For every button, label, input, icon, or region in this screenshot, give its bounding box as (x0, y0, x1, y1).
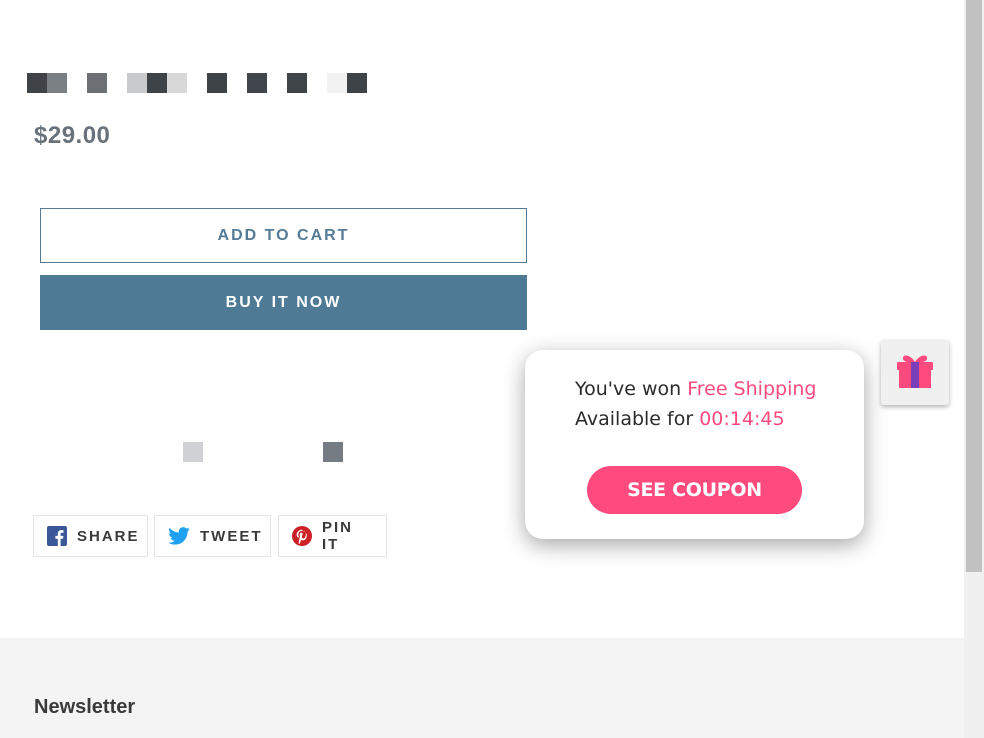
availability-message: Available for 00:14:45 (575, 408, 785, 430)
newsletter-heading: Newsletter (34, 696, 136, 718)
color-swatch[interactable] (247, 73, 267, 93)
available-prefix: Available for (575, 408, 700, 430)
pinterest-icon (292, 526, 312, 546)
color-swatch[interactable] (207, 73, 227, 93)
product-price: $29.00 (34, 122, 111, 149)
color-swatch[interactable] (27, 73, 47, 93)
countdown-timer: 00:14:45 (699, 408, 785, 430)
page-scrollbar[interactable] (964, 0, 984, 738)
buy-it-now-button[interactable]: BUY IT NOW (40, 275, 527, 330)
share-twitter-label: TWEET (200, 527, 263, 545)
won-prefix: You've won (575, 378, 688, 400)
color-swatch[interactable] (87, 73, 107, 93)
color-swatch[interactable] (167, 73, 187, 93)
site-footer: Newsletter (0, 638, 964, 738)
product-thumbnail[interactable] (323, 442, 343, 462)
twitter-icon (168, 527, 190, 545)
gift-icon (894, 350, 936, 395)
product-thumbnail[interactable] (183, 442, 203, 462)
add-to-cart-button[interactable]: ADD TO CART (40, 208, 527, 263)
coupon-popup: You've won Free Shipping Available for 0… (525, 350, 864, 539)
share-pinterest-label: PIN IT (322, 519, 354, 553)
color-swatch[interactable] (347, 73, 367, 93)
gift-launcher-button[interactable] (881, 340, 949, 405)
share-pinterest-button[interactable]: PIN IT (278, 515, 387, 557)
share-facebook-label: SHARE (77, 527, 140, 545)
color-swatch[interactable] (47, 73, 67, 93)
share-twitter-button[interactable]: TWEET (154, 515, 271, 557)
color-swatch[interactable] (287, 73, 307, 93)
won-message: You've won Free Shipping (575, 378, 816, 400)
color-swatch[interactable] (327, 73, 347, 93)
scrollbar-thumb[interactable] (966, 0, 982, 572)
see-coupon-button[interactable]: SEE COUPON (587, 466, 802, 514)
share-facebook-button[interactable]: SHARE (33, 515, 148, 557)
color-swatch[interactable] (127, 73, 147, 93)
won-prize: Free Shipping (687, 378, 817, 400)
facebook-icon (47, 526, 67, 546)
color-swatch[interactable] (147, 73, 167, 93)
